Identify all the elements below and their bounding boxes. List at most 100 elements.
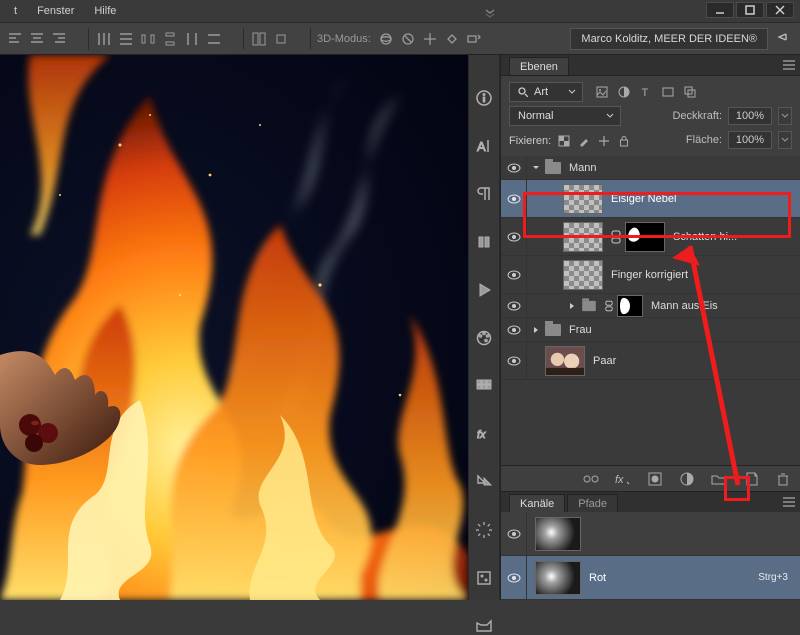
navigator-icon[interactable] bbox=[472, 617, 496, 635]
auto-blend-icon[interactable] bbox=[272, 30, 290, 48]
mask-link-icon[interactable] bbox=[611, 230, 621, 244]
filter-adjust-icon[interactable] bbox=[617, 85, 631, 99]
scale-3d-icon[interactable] bbox=[465, 30, 483, 48]
layer-thumbnail[interactable] bbox=[563, 222, 603, 252]
add-mask-icon[interactable] bbox=[646, 470, 664, 488]
align-left-icon[interactable] bbox=[6, 30, 24, 48]
fill-stepper[interactable] bbox=[778, 131, 792, 149]
blend-mode-select[interactable]: Normal bbox=[509, 106, 621, 126]
group-collapse-toggle[interactable] bbox=[527, 326, 545, 334]
channel-thumbnail[interactable] bbox=[535, 517, 581, 551]
visibility-toggle[interactable] bbox=[501, 512, 527, 556]
distribute-h-icon[interactable] bbox=[95, 30, 113, 48]
layer-name[interactable]: Schatten hi... bbox=[673, 231, 737, 243]
styles-icon[interactable]: fx bbox=[472, 425, 496, 443]
distribute-space-v-icon[interactable] bbox=[161, 30, 179, 48]
color-icon[interactable] bbox=[472, 377, 496, 395]
distribute-space-h-icon[interactable] bbox=[139, 30, 157, 48]
mask-link-icon[interactable] bbox=[605, 300, 613, 312]
mask-thumbnail[interactable] bbox=[625, 222, 665, 252]
layer-name[interactable]: Eisiger Nebel bbox=[611, 193, 676, 205]
share-icon[interactable] bbox=[774, 29, 794, 49]
filter-shape-icon[interactable] bbox=[661, 85, 675, 99]
properties-icon[interactable] bbox=[472, 521, 496, 539]
tab-ebenen[interactable]: Ebenen bbox=[509, 57, 569, 75]
lock-all-icon[interactable] bbox=[617, 134, 631, 148]
maximize-button[interactable] bbox=[736, 2, 764, 18]
visibility-toggle[interactable] bbox=[501, 318, 527, 341]
layer-paar[interactable]: Paar bbox=[501, 342, 800, 380]
align-center-icon[interactable] bbox=[28, 30, 46, 48]
distribute-v-icon[interactable] bbox=[117, 30, 135, 48]
paragraph-icon[interactable] bbox=[472, 185, 496, 203]
layer-thumbnail[interactable] bbox=[563, 184, 603, 214]
visibility-toggle[interactable] bbox=[501, 556, 527, 600]
pan-3d-icon[interactable] bbox=[421, 30, 439, 48]
layer-finger[interactable]: Finger korrigiert bbox=[501, 256, 800, 294]
layer-name[interactable]: Frau bbox=[569, 324, 592, 336]
layer-name[interactable]: Mann aus Eis bbox=[651, 300, 718, 312]
filter-kind-select[interactable]: Art bbox=[509, 82, 583, 102]
lock-transparency-icon[interactable] bbox=[557, 134, 571, 148]
minimize-button[interactable] bbox=[706, 2, 734, 18]
visibility-toggle[interactable] bbox=[501, 156, 527, 179]
filter-text-icon[interactable]: T bbox=[639, 85, 653, 99]
layer-eisiger-nebel[interactable]: Eisiger Nebel bbox=[501, 180, 800, 218]
group-collapse-toggle[interactable] bbox=[563, 302, 581, 310]
auto-align-icon[interactable] bbox=[250, 30, 268, 48]
group-collapse-toggle[interactable] bbox=[527, 164, 545, 172]
visibility-toggle[interactable] bbox=[501, 180, 527, 217]
filter-smart-icon[interactable] bbox=[683, 85, 697, 99]
info-icon[interactable] bbox=[472, 89, 496, 107]
channel-thumbnail[interactable] bbox=[535, 561, 581, 595]
menu-hilfe[interactable]: Hilfe bbox=[84, 3, 126, 19]
new-group-icon[interactable] bbox=[710, 470, 728, 488]
layer-group-mann[interactable]: Mann bbox=[501, 156, 800, 180]
lock-paint-icon[interactable] bbox=[577, 134, 591, 148]
roll-3d-icon[interactable] bbox=[399, 30, 417, 48]
layer-name[interactable]: Finger korrigiert bbox=[611, 269, 688, 281]
visibility-toggle[interactable] bbox=[501, 342, 527, 379]
panel-menu-icon[interactable] bbox=[780, 492, 800, 512]
layer-thumbnail[interactable] bbox=[545, 346, 585, 376]
history-icon[interactable] bbox=[472, 473, 496, 491]
delete-layer-icon[interactable] bbox=[774, 470, 792, 488]
panel-menu-icon[interactable] bbox=[780, 55, 800, 75]
channel-rot-row[interactable]: Rot Strg+3 bbox=[501, 556, 800, 600]
visibility-toggle[interactable] bbox=[501, 294, 527, 317]
play-icon[interactable] bbox=[472, 281, 496, 299]
layer-name[interactable]: Paar bbox=[593, 355, 616, 367]
slide-3d-icon[interactable] bbox=[443, 30, 461, 48]
adjustments-icon[interactable] bbox=[472, 569, 496, 587]
fx-icon[interactable]: fx bbox=[614, 470, 632, 488]
channel-rgb-row[interactable] bbox=[501, 512, 800, 556]
user-chip[interactable]: Marco Kolditz, MEER DER IDEEN® bbox=[570, 28, 768, 50]
actions-icon[interactable] bbox=[472, 233, 496, 251]
opacity-input[interactable]: 100% bbox=[728, 107, 772, 125]
visibility-toggle[interactable] bbox=[501, 256, 527, 293]
align-right-icon[interactable] bbox=[50, 30, 68, 48]
layer-schatten[interactable]: Schatten hi... bbox=[501, 218, 800, 256]
swatches-icon[interactable] bbox=[472, 329, 496, 347]
layer-name[interactable]: Mann bbox=[569, 162, 597, 174]
mask-thumbnail[interactable] bbox=[617, 295, 643, 317]
layer-thumbnail[interactable] bbox=[563, 260, 603, 290]
layers-list[interactable]: Mann Eisiger Nebel Schatten hi... Finger… bbox=[501, 156, 800, 465]
close-button[interactable] bbox=[766, 2, 794, 18]
fill-input[interactable]: 100% bbox=[728, 131, 772, 149]
filter-pixel-icon[interactable] bbox=[595, 85, 609, 99]
orbit-3d-icon[interactable] bbox=[377, 30, 395, 48]
new-layer-icon[interactable] bbox=[742, 470, 760, 488]
distribute-hcenters-icon[interactable] bbox=[183, 30, 201, 48]
document-canvas[interactable] bbox=[0, 55, 468, 600]
new-adjustment-icon[interactable] bbox=[678, 470, 696, 488]
distribute-vcenters-icon[interactable] bbox=[205, 30, 223, 48]
character-icon[interactable]: A bbox=[472, 137, 496, 155]
menu-stub[interactable]: t bbox=[4, 3, 27, 19]
layer-group-frau[interactable]: Frau bbox=[501, 318, 800, 342]
tab-pfade[interactable]: Pfade bbox=[567, 494, 618, 512]
collapse-panels-button[interactable] bbox=[468, 6, 500, 20]
visibility-toggle[interactable] bbox=[501, 218, 527, 255]
link-layers-icon[interactable] bbox=[582, 470, 600, 488]
lock-position-icon[interactable] bbox=[597, 134, 611, 148]
